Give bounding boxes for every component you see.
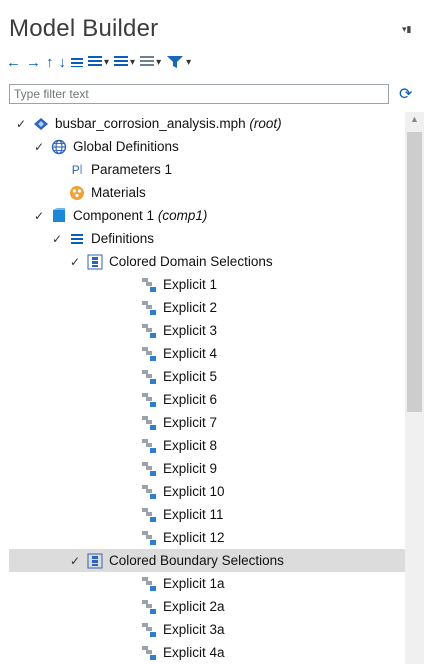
tree-node-domain-selections[interactable]: ✓ Colored Domain Selections	[9, 250, 405, 273]
tree-node-explicit[interactable]: Explicit 10	[9, 480, 405, 503]
domain-selections-label: Colored Domain Selections	[109, 254, 273, 269]
explicit-label: Explicit 6	[163, 392, 218, 407]
tree-node-explicit[interactable]: Explicit 7	[9, 411, 405, 434]
filter-input[interactable]	[9, 84, 389, 104]
explicit-label: Explicit 9	[163, 461, 218, 476]
explicit-label: Explicit 1	[163, 277, 218, 292]
model-tree: ✓ busbar_corrosion_analysis.mph (root) ✓…	[9, 112, 405, 664]
materials-label: Materials	[91, 185, 146, 200]
tree-node-explicit[interactable]: Explicit 12	[9, 526, 405, 549]
panel-menu-icon[interactable]: ▾▮	[402, 24, 411, 35]
explicit-selection-icon	[141, 645, 157, 661]
tree-node-explicit[interactable]: Explicit 1a	[9, 572, 405, 595]
move-down-icon[interactable]: ↓	[59, 51, 67, 73]
explicit-selection-icon	[141, 461, 157, 477]
definitions-icon	[69, 231, 85, 247]
explicit-label: Explicit 4	[163, 346, 218, 361]
selection-group-icon	[87, 254, 103, 270]
view-options-icon[interactable]	[140, 51, 161, 73]
selection-group-icon	[87, 553, 103, 569]
model-root-icon	[33, 116, 49, 132]
collapse-all-icon[interactable]	[71, 51, 83, 73]
tree-node-explicit[interactable]: Explicit 1	[9, 273, 405, 296]
scrollbar-thumb[interactable]	[407, 132, 422, 412]
explicit-selection-icon	[141, 392, 157, 408]
filter-icon[interactable]	[166, 51, 191, 73]
explicit-label: Explicit 5	[163, 369, 218, 384]
explicit-selection-icon	[141, 622, 157, 638]
tree-node-parameters[interactable]: P | Parameters 1	[9, 158, 405, 181]
tree-node-component[interactable]: ✓ Component 1 (comp1)	[9, 204, 405, 227]
sort-icon[interactable]	[114, 51, 135, 73]
materials-icon	[69, 185, 85, 201]
parameters-icon: P |	[71, 162, 83, 177]
collapse-chevron-icon[interactable]: ✓	[51, 232, 63, 246]
tree-node-explicit[interactable]: Explicit 6	[9, 388, 405, 411]
explicit-selection-icon	[141, 323, 157, 339]
explicit-selection-icon	[141, 369, 157, 385]
scroll-up-icon[interactable]: ▲	[410, 114, 419, 124]
tree-node-explicit[interactable]: Explicit 4a	[9, 641, 405, 664]
globe-icon	[51, 139, 67, 155]
tree-node-explicit[interactable]: Explicit 11	[9, 503, 405, 526]
collapse-chevron-icon[interactable]: ✓	[33, 140, 45, 154]
collapse-chevron-icon[interactable]: ✓	[15, 117, 27, 131]
forward-arrow-icon[interactable]: →	[26, 51, 41, 73]
tree-node-global-definitions[interactable]: ✓ Global Definitions	[9, 135, 405, 158]
tree-scrollbar[interactable]: ▲	[405, 112, 424, 664]
explicit-selection-icon	[141, 415, 157, 431]
tree-node-explicit[interactable]: Explicit 9	[9, 457, 405, 480]
back-arrow-icon[interactable]: ←	[6, 51, 21, 73]
global-definitions-label: Global Definitions	[73, 139, 179, 154]
root-tag: (root)	[249, 116, 282, 131]
tree-node-explicit[interactable]: Explicit 3	[9, 319, 405, 342]
tree-node-explicit[interactable]: Explicit 8	[9, 434, 405, 457]
collapse-chevron-icon[interactable]: ✓	[69, 255, 81, 269]
component-tag: (comp1)	[157, 208, 208, 223]
explicit-label: Explicit 3a	[163, 622, 225, 637]
tree-node-explicit[interactable]: Explicit 2a	[9, 595, 405, 618]
explicit-label: Explicit 11	[163, 507, 224, 522]
definitions-label: Definitions	[91, 231, 155, 246]
explicit-selection-icon	[141, 599, 157, 615]
tree-node-explicit[interactable]: Explicit 5	[9, 365, 405, 388]
explicit-selection-icon	[141, 277, 157, 293]
tree-node-explicit[interactable]: Explicit 3a	[9, 618, 405, 641]
collapse-chevron-icon[interactable]: ✓	[33, 209, 45, 223]
component-name: Component 1	[73, 208, 155, 223]
root-name: busbar_corrosion_analysis.mph	[55, 116, 246, 131]
component-icon	[51, 207, 67, 224]
explicit-selection-icon	[141, 507, 157, 523]
explicit-selection-icon	[141, 300, 157, 316]
explicit-label: Explicit 8	[163, 438, 218, 453]
explicit-label: Explicit 2	[163, 300, 218, 315]
tree-node-definitions[interactable]: ✓ Definitions	[9, 227, 405, 250]
panel-title: Model Builder	[9, 15, 159, 42]
model-toolbar: ← → ↑ ↓	[6, 50, 196, 74]
explicit-label: Explicit 4a	[163, 645, 225, 660]
explicit-label: Explicit 7	[163, 415, 218, 430]
tree-node-explicit[interactable]: Explicit 2	[9, 296, 405, 319]
expand-all-icon[interactable]	[88, 51, 109, 73]
explicit-selection-icon	[141, 438, 157, 454]
collapse-chevron-icon[interactable]: ✓	[69, 554, 81, 568]
explicit-label: Explicit 10	[163, 484, 225, 499]
explicit-selection-icon	[141, 576, 157, 592]
explicit-selection-icon	[141, 346, 157, 362]
boundary-selections-label: Colored Boundary Selections	[109, 553, 284, 568]
explicit-selection-icon	[141, 484, 157, 500]
tree-node-materials[interactable]: Materials	[9, 181, 405, 204]
explicit-selection-icon	[141, 530, 157, 546]
move-up-icon[interactable]: ↑	[46, 51, 54, 73]
explicit-label: Explicit 2a	[163, 599, 225, 614]
explicit-label: Explicit 1a	[163, 576, 225, 591]
parameters-label: Parameters 1	[91, 162, 173, 177]
refresh-icon[interactable]: ⟳	[399, 84, 412, 104]
tree-node-boundary-selections[interactable]: ✓ Colored Boundary Selections	[9, 549, 405, 572]
explicit-label: Explicit 12	[163, 530, 225, 545]
tree-node-explicit[interactable]: Explicit 4	[9, 342, 405, 365]
explicit-label: Explicit 3	[163, 323, 218, 338]
tree-node-root[interactable]: ✓ busbar_corrosion_analysis.mph (root)	[9, 112, 405, 135]
